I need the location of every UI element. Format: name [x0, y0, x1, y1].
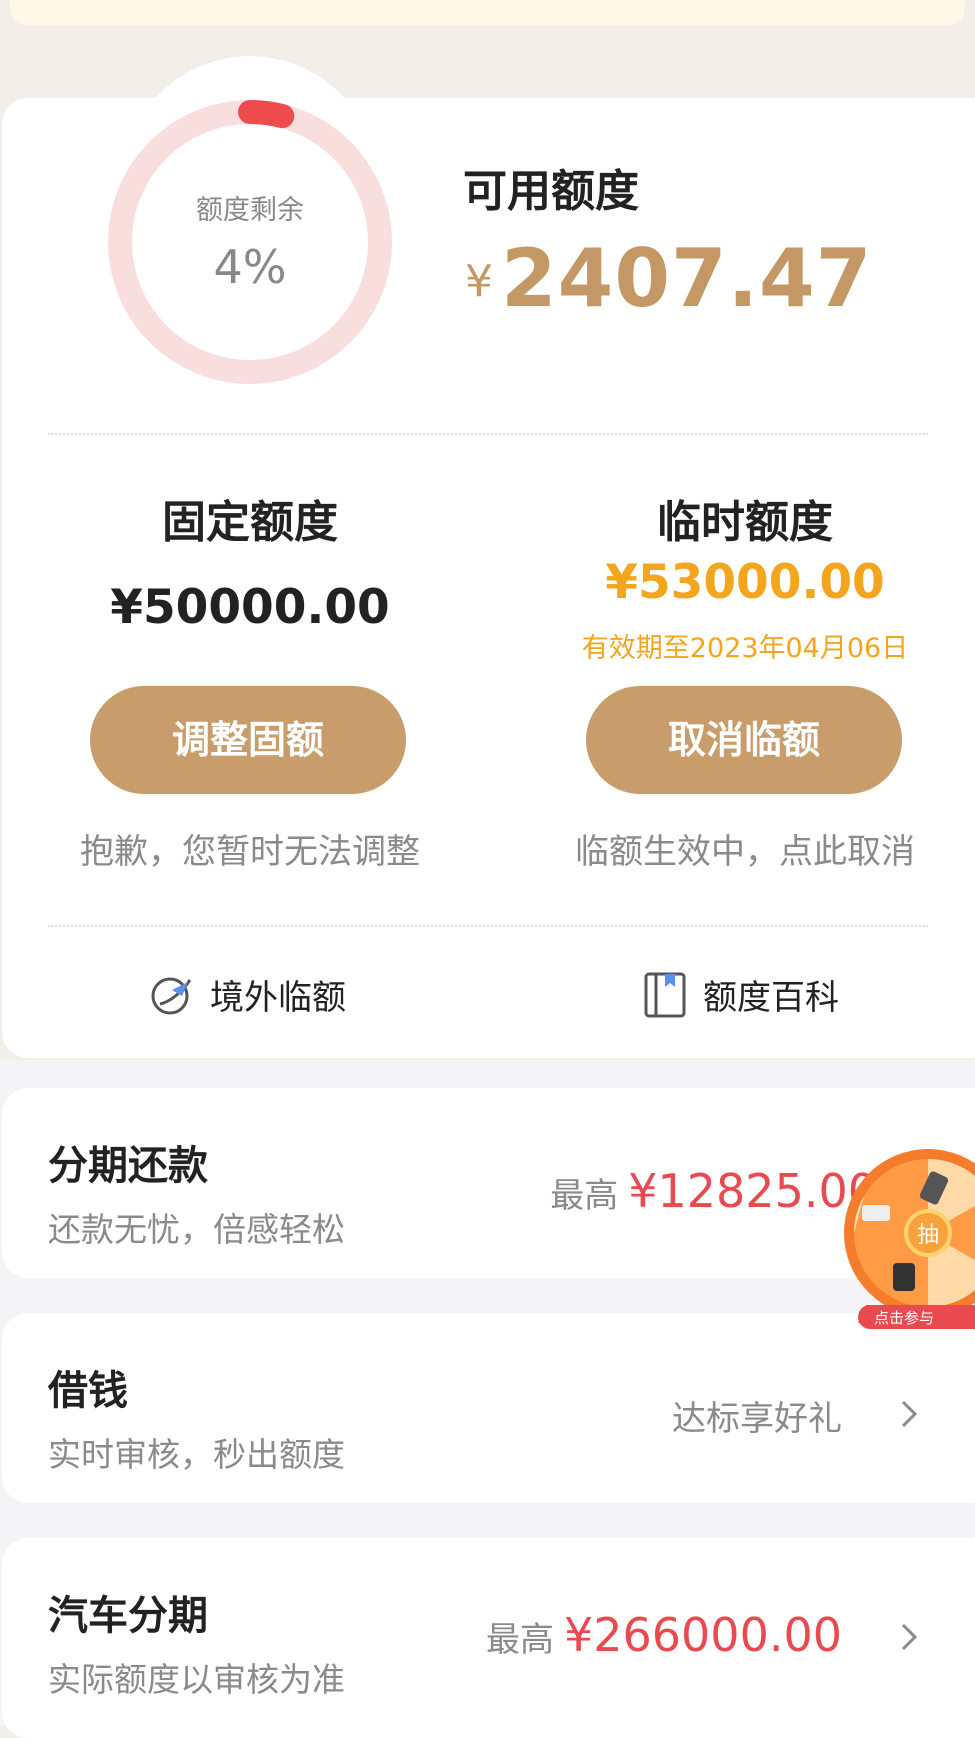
temp-quota-amount: ¥53000.00: [605, 555, 885, 610]
max-label: 最高: [485, 1620, 554, 1660]
lottery-cta-label: 点击参与: [874, 1309, 934, 1327]
service-subtitle: 实际额度以审核为准: [48, 1660, 345, 1699]
max-label: 最高: [550, 1176, 619, 1216]
cancel-temp-quota-button[interactable]: 取消临额: [586, 686, 902, 794]
quota-encyclopedia-link[interactable]: 额度百科: [643, 970, 839, 1019]
top-banner-strip: [10, 0, 965, 26]
car-max-amount: 最高 ¥266000.00: [486, 1608, 842, 1662]
service-title: 借钱: [48, 1368, 128, 1414]
lottery-wheel-widget[interactable]: 抽 点击参与: [838, 1145, 975, 1335]
borrow-money-card[interactable]: 借钱 实时审核，秒出额度 达标享好礼: [2, 1313, 975, 1503]
temp-quota-expiry: 有效期至2023年04月06日: [581, 633, 909, 664]
chevron-right-icon: [901, 1623, 918, 1651]
service-title: 分期还款: [48, 1143, 208, 1189]
lottery-center-label: 抽: [917, 1223, 939, 1248]
installment-repay-card[interactable]: 分期还款 还款无忧，倍感轻松 最高 ¥12825.00: [2, 1088, 975, 1278]
available-quota-amount: ¥2407.47: [465, 232, 872, 325]
reward-promo-text: 达标享好礼: [672, 1399, 842, 1439]
adjust-fixed-quota-button[interactable]: 调整固额: [90, 686, 406, 794]
available-amount-value: 2407.47: [501, 232, 873, 325]
fixed-quota-amount: ¥50000.00: [110, 580, 390, 635]
service-subtitle: 还款无忧，倍感轻松: [48, 1210, 345, 1249]
lottery-wheel-icon: 抽 点击参与: [844, 1149, 975, 1329]
overseas-link-label: 境外临额: [210, 978, 346, 1018]
overseas-temp-quota-link[interactable]: 境外临额: [148, 970, 346, 1019]
book-icon: [644, 972, 686, 1017]
fixed-quota-note: 抱歉，您暂时无法调整: [80, 832, 420, 872]
temp-quota-title: 临时额度: [657, 497, 833, 548]
encyclopedia-link-label: 额度百科: [703, 978, 839, 1018]
car-installment-card[interactable]: 汽车分期 实际额度以审核为准 最高 ¥266000.00: [2, 1538, 975, 1738]
divider: [48, 433, 928, 435]
currency-symbol: ¥: [465, 256, 493, 307]
gauge-percent: 4%: [213, 240, 287, 294]
divider: [48, 925, 928, 927]
max-value: ¥266000.00: [563, 1608, 842, 1662]
plane-globe-icon: [151, 977, 192, 1014]
cancel-temp-quota-link[interactable]: 临额生效中，点此取消: [535, 824, 955, 873]
available-quota-title: 可用额度: [463, 166, 639, 217]
installment-max-amount: 最高 ¥12825.00: [550, 1164, 877, 1218]
service-title: 汽车分期: [48, 1593, 208, 1639]
fixed-quota-title: 固定额度: [162, 497, 338, 548]
service-subtitle: 实时审核，秒出额度: [48, 1435, 345, 1474]
gauge-label: 额度剩余: [196, 195, 304, 226]
chevron-right-icon: [901, 1400, 918, 1428]
